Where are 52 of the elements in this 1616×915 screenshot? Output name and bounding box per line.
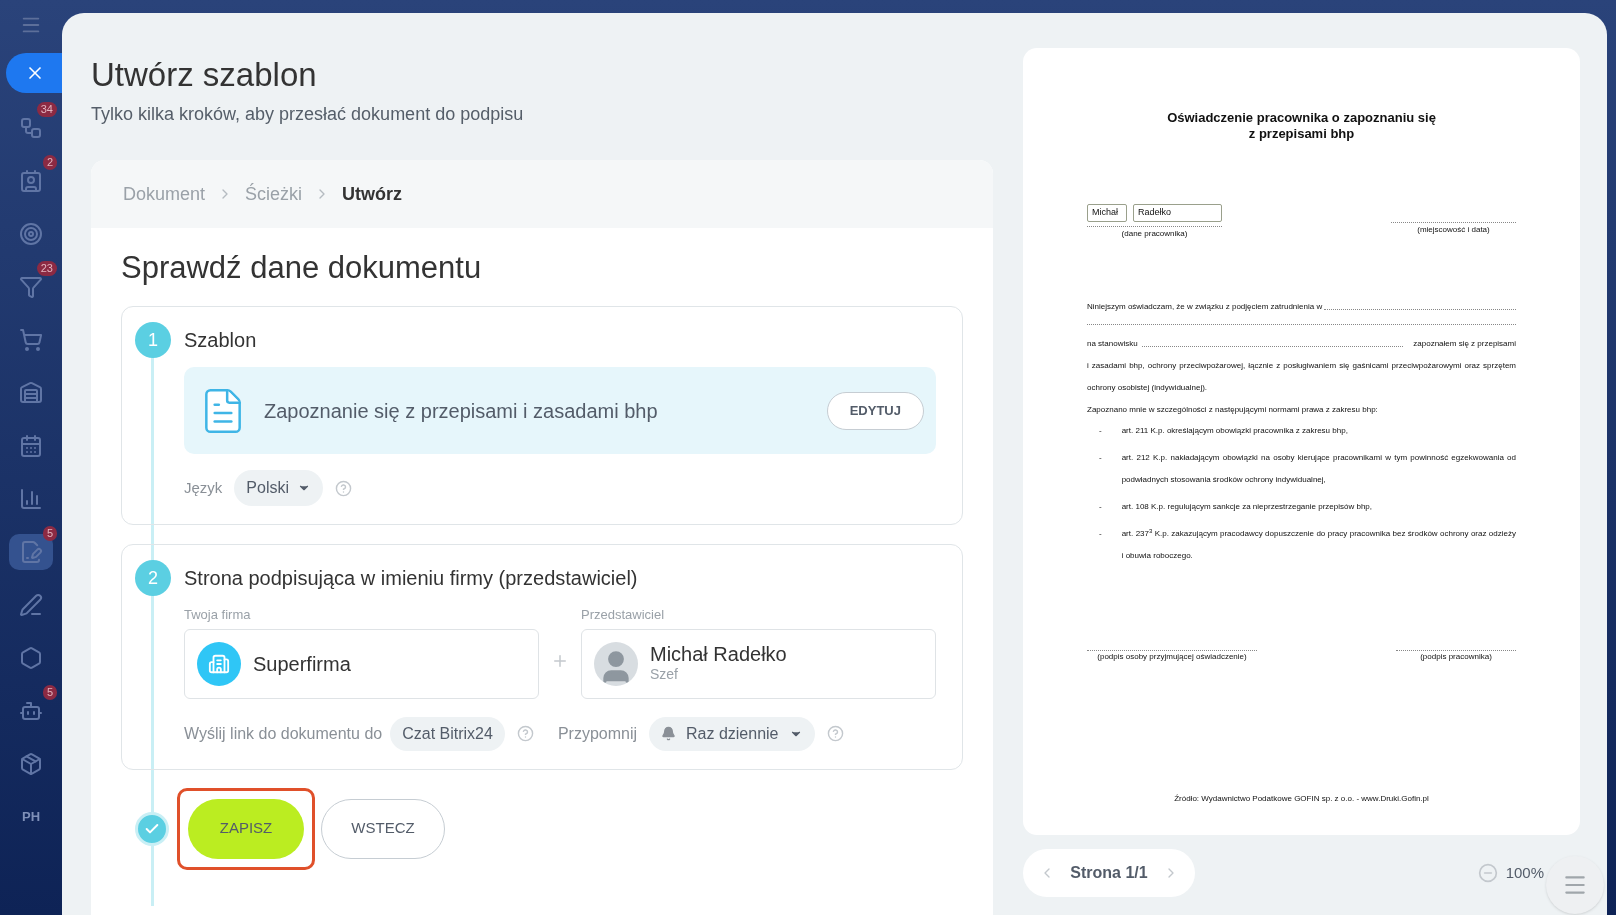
language-label: Język bbox=[184, 477, 223, 498]
page-title: Utwórz szablon bbox=[91, 55, 318, 95]
field-label: Twoja firma bbox=[184, 606, 252, 624]
page-indicator: Strona 1/1 bbox=[1070, 863, 1148, 883]
document-text: na stanowisku bbox=[1087, 338, 1138, 349]
list-marker: - bbox=[1099, 501, 1102, 513]
signature-caption: (podpis osoby przyjmującej oświadczenie) bbox=[1096, 651, 1248, 663]
page-subtitle: Tylko kilka kroków, aby przesłać dokument do podpisu bbox=[91, 103, 525, 126]
notification-badge: 23 bbox=[36, 261, 57, 276]
edit-button[interactable]: EDYTUJ bbox=[826, 391, 924, 430]
notification-badge: 34 bbox=[36, 102, 57, 117]
list-item-text: art. 237$^{3}$ K.p. zakazującym pracodawcy dopuszczenie do pracy pracownika bez środków ochrony oraz odzieży i obuwia roboczego. bbox=[1121, 526, 1516, 562]
step-title: Strona podpisująca w imieniu firmy (przedstawiciel) bbox=[184, 566, 639, 591]
breadcrumb-link[interactable]: Utwórz bbox=[342, 180, 403, 208]
document-text: Niniejszym oświadczam, że w związku z podjęciem zatrudnienia w bbox=[1087, 301, 1323, 312]
list-marker: - bbox=[1099, 425, 1102, 437]
zoom-level: 100% bbox=[1505, 862, 1544, 883]
remind-label: Przypomnij bbox=[557, 723, 637, 744]
channel-dropdown[interactable]: Czat Bitrix24 bbox=[390, 716, 505, 751]
representative-name: Michał Radełko bbox=[650, 643, 787, 664]
notification-badge: 2 bbox=[42, 155, 57, 170]
document-source: Źródło: Wydawnictwo Podatkowe GOFIN sp. z o.o. - www.Druki.Gofin.pl bbox=[1173, 793, 1430, 805]
list-marker: - bbox=[1099, 528, 1102, 540]
signature-caption: (podpis pracownika) bbox=[1419, 651, 1493, 663]
step-number: 1 bbox=[135, 322, 171, 358]
language-dropdown[interactable]: Polski bbox=[234, 470, 324, 506]
sidebar-item[interactable]: PH bbox=[9, 799, 53, 835]
list-marker: - bbox=[1099, 452, 1102, 464]
notification-badge: 5 bbox=[42, 685, 57, 700]
list-item-text: art. 211 K.p. określającym obowiązki pracownika z zakresu bhp, bbox=[1121, 424, 1349, 437]
section-heading: Sprawdź dane dokumentu bbox=[121, 249, 483, 287]
last-name-field[interactable]: Radełko bbox=[1133, 204, 1222, 222]
field-caption: (dane pracownika) bbox=[1120, 227, 1189, 240]
company-field[interactable]: Superfirma bbox=[184, 628, 539, 699]
template-name: Zapoznanie się z przepisami i zasadami bhp bbox=[264, 398, 659, 424]
field-label: Przedstawiciel bbox=[581, 606, 666, 624]
document-text: zapoznałem się z przepisami bbox=[1413, 338, 1516, 349]
document-text: Zapoznano mnie w szczególności z następującymi normami prawa z zakresu bhp: bbox=[1087, 404, 1379, 415]
step-title: Szablon bbox=[184, 328, 258, 353]
document-paragraph: i zasadami bhp, ochrony przeciwpożarowej, łącznie z posługiwaniem się gaśnicami przeciwpożarowymi oraz sprzętem ochrony osobistej (indywidualnej). bbox=[1087, 359, 1516, 394]
save-button[interactable]: ZAPISZ bbox=[188, 798, 304, 859]
step-number: 2 bbox=[135, 560, 171, 596]
list-item-text: art. 108 K.p. regulującym sankcje za nieprzestrzeganie przepisów bhp, bbox=[1121, 500, 1374, 513]
representative-role: Szef bbox=[650, 664, 679, 684]
notification-badge: 5 bbox=[42, 526, 57, 541]
send-link-label: Wyślij link do dokumentu do bbox=[184, 723, 383, 744]
reminder-dropdown[interactable]: Raz dziennie bbox=[649, 716, 815, 751]
back-button[interactable]: WSTECZ bbox=[321, 798, 445, 859]
document-title: Oświadczenie pracownika o zapoznaniu się z przepisami bhp bbox=[1166, 110, 1437, 142]
field-caption: (miejscowość i data) bbox=[1416, 224, 1491, 236]
first-name-field[interactable]: Michał bbox=[1087, 204, 1128, 222]
representative-field[interactable]: Michał Radełko Szef bbox=[581, 628, 936, 699]
